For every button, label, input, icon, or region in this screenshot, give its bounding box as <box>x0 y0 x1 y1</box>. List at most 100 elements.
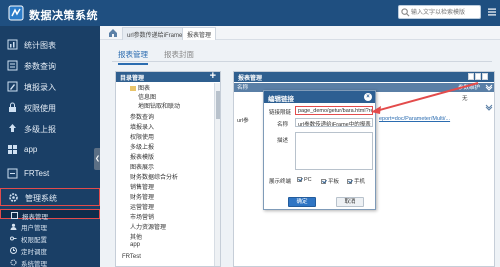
edit-icon[interactable] <box>468 73 474 80</box>
desc-textarea[interactable] <box>295 132 373 170</box>
add-directory-button[interactable]: + <box>210 70 216 82</box>
search-input[interactable] <box>411 7 479 18</box>
form-icon <box>7 81 18 92</box>
sidebar-sub-report-manage[interactable]: 报表管理 <box>0 209 100 221</box>
phone-checkbox[interactable]: 手机 <box>347 177 365 185</box>
home-icon[interactable] <box>108 28 118 38</box>
query-icon <box>7 60 18 71</box>
tree-item[interactable]: app <box>130 242 140 248</box>
tree-item[interactable]: 财务数据综合分析 <box>130 172 178 181</box>
folder-icon <box>130 85 136 91</box>
ok-button[interactable]: 确定 <box>288 197 316 207</box>
chevron-down-icon[interactable] <box>485 83 493 91</box>
tree-item[interactable]: 图表 <box>130 83 150 92</box>
sidebar-item-admin[interactable]: 管理系统 <box>0 188 100 206</box>
sidebar-item-label: FRTest <box>24 169 50 178</box>
sidebar-sub-label: 用户管理 <box>21 225 47 232</box>
tree-item[interactable]: 报表模版 <box>130 152 154 161</box>
sidebar-sub-label: 系统管理 <box>21 261 47 267</box>
sidebar-sub-permission[interactable]: 权限配置 <box>0 233 100 244</box>
app-title: 数据决策系统 <box>29 10 98 22</box>
tree-item[interactable]: 多级上报 <box>130 142 154 151</box>
sidebar-item-label: 参数查询 <box>24 62 56 71</box>
report-row-name[interactable]: url参 <box>237 116 249 124</box>
directory-header: 目录管理 + <box>116 70 220 82</box>
report-toolbar <box>468 73 488 81</box>
copy-icon[interactable] <box>475 73 481 80</box>
sidebar-item-permission[interactable]: 权限使用 <box>0 99 100 117</box>
link-input[interactable]: page_demo/getur/bara.html?rep <box>295 106 373 115</box>
cancel-button[interactable]: 取消 <box>336 197 364 207</box>
sidebar-item-app[interactable]: app <box>0 141 100 159</box>
dialog-title: 编辑链接 <box>268 96 294 103</box>
gear-icon <box>9 193 18 202</box>
report-title: 报表管理 <box>238 76 263 82</box>
scrollbar-thumb[interactable] <box>216 91 220 119</box>
tree-item[interactable]: 市场营销 <box>130 212 154 221</box>
key-icon <box>10 236 17 241</box>
report-icon <box>11 212 18 219</box>
tree-item[interactable]: 参数查询 <box>130 112 154 121</box>
name-label: 名称 <box>277 122 289 128</box>
search-box[interactable] <box>398 5 481 19</box>
directory-scrollbar[interactable] <box>214 83 220 266</box>
page-tabbar: url参数传递给iFrame中... 报表管理 <box>100 26 500 40</box>
test-icon <box>7 168 18 179</box>
tree-item[interactable]: 地图钻取和联动 <box>138 101 180 110</box>
tablet-checkbox[interactable]: 平板 <box>321 177 339 185</box>
clock-icon <box>10 247 17 254</box>
sidebar-item-label: 填报录入 <box>24 83 56 92</box>
tree-item[interactable]: 运营管理 <box>130 202 154 211</box>
sidebar-sub-schedule[interactable]: 定时调度 <box>0 245 100 256</box>
tree-item[interactable]: 财务管理 <box>130 192 154 201</box>
name-input[interactable]: url参数传递给iFrame中的报表 <box>295 118 373 127</box>
sidebar-item-charts[interactable]: 统计图表 <box>0 36 100 54</box>
tree-item[interactable]: 权限使用 <box>130 132 154 141</box>
close-icon[interactable]: × <box>364 93 372 101</box>
lock-icon <box>9 102 16 112</box>
subtab-divider <box>112 61 492 62</box>
pc-checkbox[interactable]: PC <box>297 177 312 183</box>
menu-icon[interactable] <box>487 7 497 17</box>
dialog-header: 编辑链接 × <box>264 91 375 103</box>
settings-icon <box>10 259 17 266</box>
link-label: 链接限链 <box>269 110 292 116</box>
upload-icon <box>9 124 16 132</box>
terminal-label: 展示终端 <box>269 179 292 185</box>
sidebar: 统计图表 参数查询 填报录入 权限使用 多级上报 app FRTest 管理系统… <box>0 26 100 267</box>
edit-link-dialog: 编辑链接 × 链接限链 page_demo/getur/bara.html?re… <box>263 90 376 210</box>
delete-icon[interactable] <box>482 73 488 80</box>
tree-item[interactable]: 人力资源管理 <box>130 222 166 231</box>
search-icon <box>401 8 410 17</box>
app-header: 数据决策系统 <box>0 0 500 26</box>
tree-item[interactable]: 图表展示 <box>130 162 154 171</box>
user-icon <box>10 223 17 230</box>
sidebar-item-multilevel[interactable]: 多级上报 <box>0 120 100 138</box>
report-cell-none: 无 <box>462 96 468 102</box>
sidebar-item-label: 权限使用 <box>24 104 56 113</box>
sidebar-sub-system[interactable]: 系统管理 <box>0 257 100 267</box>
tab-report-manage[interactable]: 报表管理 <box>118 49 148 65</box>
logo-icon <box>8 5 24 21</box>
tab-report-cover[interactable]: 报表封面 <box>164 49 194 60</box>
report-row-link[interactable]: eport=doc/Parameter/Multi/... <box>379 116 450 122</box>
sidebar-item-frtest[interactable]: FRTest <box>0 165 100 183</box>
tree-item[interactable]: FRTest <box>122 254 141 260</box>
sidebar-item-label: 管理系统 <box>25 194 57 203</box>
tree-item[interactable]: 信息图 <box>138 92 156 101</box>
tree-item[interactable]: 填报录入 <box>130 122 154 131</box>
sidebar-sub-label: 报表管理 <box>22 214 48 221</box>
sidebar-item-label: 统计图表 <box>24 41 56 50</box>
tree-item[interactable]: 销售管理 <box>130 182 154 191</box>
sidebar-item-label: app <box>24 145 38 154</box>
sidebar-item-form[interactable]: 填报录入 <box>0 78 100 96</box>
sidebar-sub-user-manage[interactable]: 用户管理 <box>0 221 100 232</box>
page-tab-report-manage[interactable]: 报表管理 <box>182 27 217 40</box>
report-header: 报表管理 <box>234 72 494 82</box>
tree-item[interactable]: 其他 <box>130 232 142 241</box>
chevron-down-icon[interactable] <box>485 103 493 111</box>
directory-title: 目录管理 <box>120 76 145 82</box>
sidebar-sub-label: 定时调度 <box>21 249 47 256</box>
sidebar-item-label: 多级上报 <box>24 125 56 134</box>
sidebar-item-query[interactable]: 参数查询 <box>0 57 100 75</box>
